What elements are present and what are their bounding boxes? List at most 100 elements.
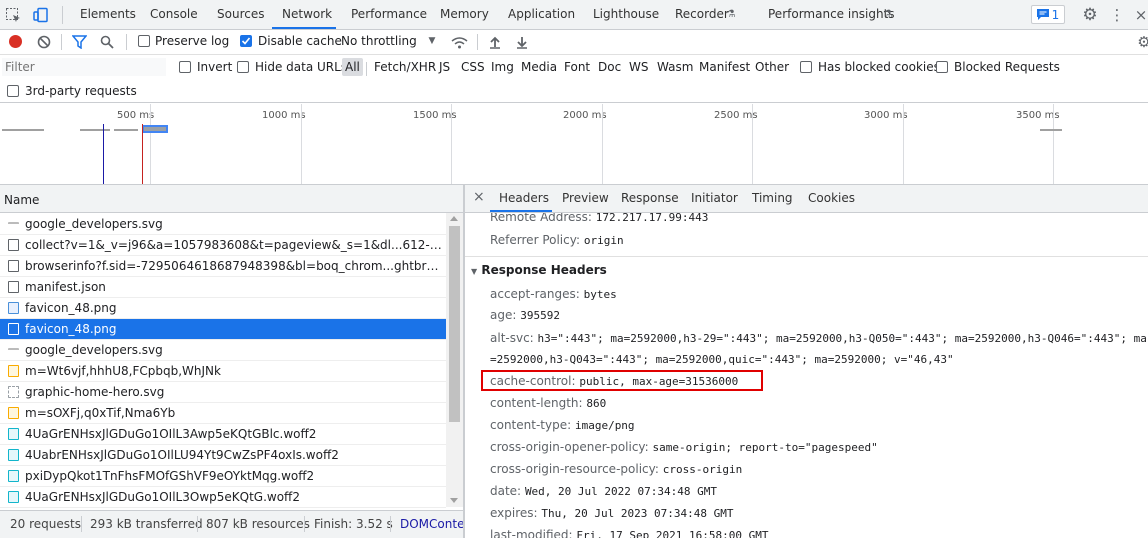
request-row[interactable]: 4UaGrENHsxJlGDuGo1OIlL3Awp5eKQtGBlc.woff… bbox=[0, 424, 446, 445]
network-settings-gear-icon[interactable]: ⚙ bbox=[1136, 32, 1148, 52]
tab-cookies[interactable]: Cookies bbox=[808, 191, 855, 205]
header-line-cache-control: cache-control: public, max-age=31536000 bbox=[490, 374, 739, 388]
hide-data-urls-checkbox[interactable] bbox=[237, 61, 249, 73]
issues-badge[interactable]: 1 bbox=[1031, 5, 1065, 24]
timeline-bar bbox=[2, 129, 44, 131]
tab-console[interactable]: Console bbox=[150, 7, 198, 21]
request-row[interactable]: m=Wt6vjf,hhhU8,FCpbqb,WhJNk bbox=[0, 361, 446, 382]
domcontentloaded-time: DOMConte bbox=[400, 517, 465, 531]
record-button[interactable] bbox=[9, 35, 22, 48]
search-icon[interactable] bbox=[99, 34, 115, 50]
tab-initiator[interactable]: Initiator bbox=[691, 191, 738, 205]
inspect-element-icon[interactable] bbox=[4, 6, 22, 24]
preserve-log-checkbox[interactable] bbox=[138, 35, 150, 47]
type-filter-other[interactable]: Other bbox=[755, 60, 789, 74]
invert-checkbox[interactable] bbox=[179, 61, 191, 73]
request-row-selected[interactable]: favicon_48.png bbox=[0, 319, 446, 340]
header-line-continued: =2592000,h3-Q043=":443"; ma=2592000,quic… bbox=[490, 353, 954, 366]
tab-timing[interactable]: Timing bbox=[752, 191, 793, 205]
overview-timeline[interactable]: 500 ms 1000 ms 1500 ms 2000 ms 2500 ms 3… bbox=[0, 104, 1148, 185]
dropdown-arrow-icon[interactable]: ▼ bbox=[427, 36, 437, 46]
type-filter-doc[interactable]: Doc bbox=[598, 60, 621, 74]
close-devtools-icon[interactable]: × bbox=[1134, 5, 1148, 25]
name-column-header[interactable]: Name bbox=[4, 193, 39, 207]
headers-content: Remote Address: 172.217.17.99:443 Referr… bbox=[465, 213, 1148, 538]
font-icon bbox=[8, 449, 19, 461]
tab-memory[interactable]: Memory bbox=[440, 7, 489, 21]
request-row[interactable]: browserinfo?f.sid=-7295064618687948398&b… bbox=[0, 256, 446, 277]
tab-preview[interactable]: Preview bbox=[562, 191, 609, 205]
tab-response[interactable]: Response bbox=[621, 191, 679, 205]
type-filter-fetch-xhr[interactable]: Fetch/XHR bbox=[374, 60, 436, 74]
request-list-scrollbar[interactable] bbox=[446, 213, 463, 507]
type-filter-img[interactable]: Img bbox=[491, 60, 514, 74]
export-har-icon[interactable] bbox=[514, 34, 529, 50]
request-row[interactable]: favicon_48.png bbox=[0, 298, 446, 319]
type-filter-ws[interactable]: WS bbox=[629, 60, 648, 74]
response-headers-section-toggle[interactable]: ▼ Response Headers bbox=[471, 263, 607, 277]
tab-lighthouse[interactable]: Lighthouse bbox=[593, 7, 659, 21]
header-line: age: 395592 bbox=[490, 308, 560, 322]
request-list-header[interactable]: Name bbox=[0, 185, 463, 213]
settings-gear-icon[interactable]: ⚙ bbox=[1080, 5, 1100, 25]
throttling-select[interactable]: No throttling bbox=[341, 34, 417, 48]
filter-bar: Invert Hide data URLs All Fetch/XHR JS C… bbox=[0, 55, 1148, 103]
blocked-requests-checkbox[interactable] bbox=[936, 61, 948, 73]
hide-data-urls-label: Hide data URLs bbox=[255, 60, 348, 74]
transferred-size: 293 kB transferred bbox=[90, 517, 203, 531]
request-row[interactable]: graphic-home-hero.svg bbox=[0, 382, 446, 403]
type-filter-font[interactable]: Font bbox=[564, 60, 590, 74]
type-filter-css[interactable]: CSS bbox=[461, 60, 485, 74]
scrollbar-thumb[interactable] bbox=[449, 226, 460, 422]
import-har-icon[interactable] bbox=[487, 34, 502, 50]
header-line: cross-origin-opener-policy: same-origin;… bbox=[490, 440, 878, 454]
third-party-checkbox[interactable] bbox=[7, 85, 19, 97]
tab-application[interactable]: Application bbox=[508, 7, 575, 21]
document-icon bbox=[8, 239, 19, 251]
request-row[interactable]: 4UabrENHsxJlGDuGo1OIlLU94Yt9CwZsPF4oxIs.… bbox=[0, 445, 446, 466]
tab-elements[interactable]: Elements bbox=[80, 7, 136, 21]
network-conditions-icon[interactable] bbox=[450, 34, 468, 50]
scroll-down-arrow-icon[interactable] bbox=[450, 498, 458, 503]
invert-label: Invert bbox=[197, 60, 233, 74]
script-icon bbox=[8, 407, 19, 419]
header-line: last-modified: Fri, 17 Sep 2021 16:58:00… bbox=[490, 528, 769, 538]
header-line: alt-svc: h3=":443"; ma=2592000,h3-29=":4… bbox=[490, 331, 1147, 345]
close-detail-icon[interactable]: × bbox=[473, 189, 485, 205]
type-filter-js[interactable]: JS bbox=[439, 60, 450, 74]
more-options-icon[interactable]: ⋮ bbox=[1110, 5, 1125, 25]
scroll-up-arrow-icon[interactable] bbox=[450, 216, 458, 221]
clear-icon[interactable] bbox=[36, 34, 51, 49]
request-row[interactable]: m=sOXFj,q0xTif,Nma6Yb bbox=[0, 403, 446, 424]
filter-funnel-icon[interactable] bbox=[71, 34, 87, 50]
has-blocked-cookies-label: Has blocked cookies bbox=[818, 60, 940, 74]
active-detail-tab-indicator bbox=[490, 210, 552, 212]
tab-headers[interactable]: Headers bbox=[499, 191, 549, 205]
request-row[interactable]: google_developers.svg bbox=[0, 340, 446, 361]
tab-performance-insights[interactable]: Performance insights bbox=[768, 7, 895, 21]
timeline-bar bbox=[80, 129, 110, 131]
request-row[interactable]: google_developers.svg bbox=[0, 214, 446, 235]
has-blocked-cookies-checkbox[interactable] bbox=[800, 61, 812, 73]
tab-sources[interactable]: Sources bbox=[217, 7, 264, 21]
tab-network[interactable]: Network bbox=[282, 7, 332, 21]
request-row[interactable]: pxiDypQkot1TnFhsFMOfGShVF9eOYktMqg.woff2 bbox=[0, 466, 446, 487]
request-row[interactable]: manifest.json bbox=[0, 277, 446, 298]
tick-3000ms: 3000 ms bbox=[864, 110, 908, 121]
timeline-bar bbox=[142, 125, 168, 133]
header-line: Remote Address: 172.217.17.99:443 bbox=[490, 213, 709, 224]
type-filter-wasm[interactable]: Wasm bbox=[657, 60, 693, 74]
request-row[interactable]: 4UaGrENHsxJlGDuGo1OIlL3Owp5eKQtG.woff2 bbox=[0, 487, 446, 508]
type-filter-manifest[interactable]: Manifest bbox=[699, 60, 750, 74]
filter-input[interactable] bbox=[2, 58, 166, 76]
type-filter-media[interactable]: Media bbox=[521, 60, 557, 74]
device-toolbar-icon[interactable] bbox=[32, 6, 50, 24]
header-line: Referrer Policy: origin bbox=[490, 233, 624, 247]
font-icon bbox=[8, 470, 19, 482]
tab-recorder[interactable]: Recorder bbox=[675, 7, 729, 21]
disable-cache-checkbox[interactable] bbox=[240, 35, 252, 47]
tab-performance[interactable]: Performance bbox=[351, 7, 427, 21]
timeline-bar bbox=[1040, 129, 1062, 131]
type-filter-all[interactable]: All bbox=[342, 58, 363, 76]
request-row[interactable]: collect?v=1&_v=j96&a=1057983608&t=pagevi… bbox=[0, 235, 446, 256]
